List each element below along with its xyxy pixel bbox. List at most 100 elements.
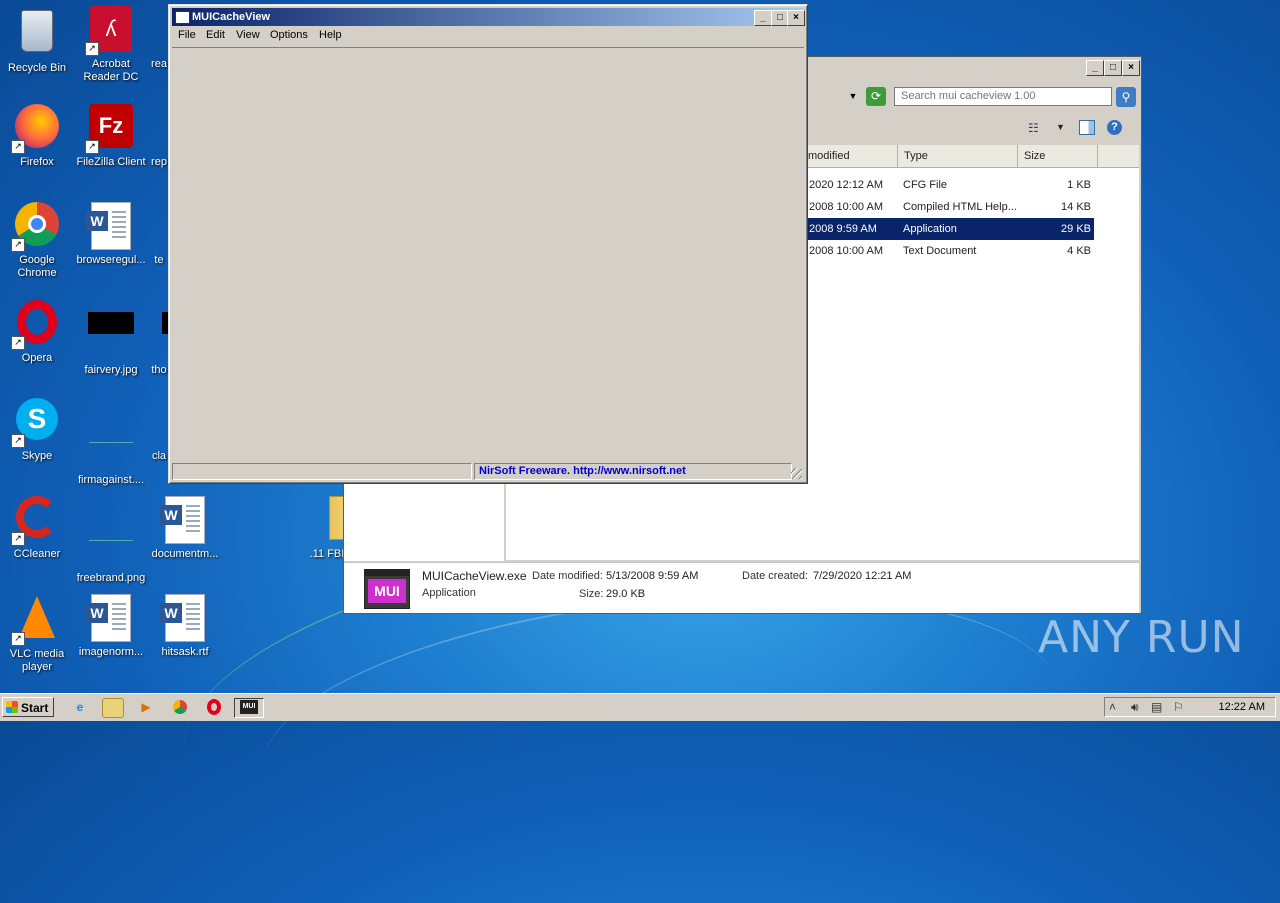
file-row-selected[interactable]: 2008 9:59 AM Application 29 KB [804,218,1094,240]
opera-taskbar-icon[interactable] [204,698,224,716]
file-modified: 2008 10:00 AM [809,245,884,257]
chrome-taskbar-icon[interactable] [170,698,190,716]
search-icon[interactable]: ⚲ [1116,87,1136,107]
desktop-icon-acrobat[interactable]: ʎ ↗ Acrobat Reader DC [74,6,148,84]
acrobat-icon: ʎ ↗ [85,6,135,56]
details-date-created: 7/29/2020 12:21 AM [813,570,912,582]
maximize-button[interactable]: □ [1104,60,1122,76]
file-size: 1 KB [1067,179,1091,191]
word-document-icon: W [160,594,209,642]
network-icon[interactable]: ▤ [1151,700,1162,714]
desktop-icon-freebrand[interactable]: freebrand.png [74,496,148,585]
file-icon [87,422,135,470]
details-size: 29.0 KB [606,588,646,600]
desktop-icon-firmagainst[interactable]: firmagainst.... [74,398,148,487]
start-button[interactable]: Start [2,697,54,717]
details-size-label: Size: [579,588,604,600]
details-date-modified-label: Date modified: [532,570,603,582]
desktop-icon-hitsask[interactable]: W hitsask.rtf [148,594,222,659]
recycle-bin-icon [13,10,61,58]
desktop-icon-imagenorm[interactable]: W imagenorm... [74,594,148,659]
image-file-icon [87,312,135,360]
minimize-button[interactable]: _ [754,10,772,26]
menu-bar: File Edit View Options Help [172,27,804,45]
desktop-icon-opera[interactable]: ↗ Opera [0,300,74,365]
app-icon [175,11,190,24]
volume-icon[interactable]: 🔊︎ [1131,700,1139,714]
address-dropdown-icon[interactable]: ▼ [846,87,860,106]
navigation-pane[interactable] [344,477,506,561]
filezilla-icon: Fz ↗ [85,104,135,154]
media-player-icon[interactable]: ▶ [136,698,156,716]
desktop-icon-chrome[interactable]: ↗ Google Chrome [0,202,74,280]
status-link[interactable]: NirSoft Freeware. http://www.nirsoft.net [474,463,792,480]
skype-icon: S ↗ [11,398,61,448]
explorer-taskbar-icon[interactable] [102,698,124,718]
file-modified: 2008 9:59 AM [809,223,877,235]
windows-flag-icon [6,701,18,713]
system-tray: ˄ 🔊︎ ▤ ⚐ 12:22 AM [1104,697,1276,717]
list-area[interactable] [172,47,804,461]
file-modified: 2008 10:00 AM [809,201,884,213]
menu-file[interactable]: File [178,29,196,41]
column-header-modified[interactable]: modified [802,145,898,167]
ccleaner-icon: ↗ [11,496,61,546]
close-button[interactable]: × [1122,60,1140,76]
internet-explorer-icon[interactable]: e [70,698,90,716]
status-panel-left [172,463,472,480]
desktop-icon-label: browseregul... [76,254,146,266]
desktop-icon-skype[interactable]: S ↗ Skype [0,398,74,463]
show-hidden-icons-icon[interactable]: ˄ [1109,700,1116,714]
minimize-button[interactable]: _ [1086,60,1104,76]
resize-grip-icon[interactable] [791,468,802,479]
file-row[interactable]: 2020 12:12 AM CFG File 1 KB [804,174,1094,196]
file-modified: 2020 12:12 AM [809,179,884,191]
file-type: Application [903,223,957,235]
view-options-icon[interactable]: ☷ [1028,121,1039,135]
desktop-icon-label: Acrobat Reader DC [83,58,139,83]
desktop-icon-firefox[interactable]: ↗ Firefox [0,104,74,169]
desktop-icon-fairvery[interactable]: fairvery.jpg [74,300,148,377]
search-input[interactable] [894,87,1112,106]
desktop-icon-label: documentm... [151,548,219,560]
menu-view[interactable]: View [236,29,260,41]
muicacheview-titlebar[interactable]: MUICacheView _ □ × [172,8,805,26]
menu-options[interactable]: Options [270,29,308,41]
desktop-icon-documentm[interactable]: W documentm... [148,496,222,561]
column-header-size[interactable]: Size [1018,145,1098,167]
help-icon[interactable]: ? [1107,120,1122,135]
clock[interactable]: 12:22 AM [1219,698,1265,716]
file-row[interactable]: 2008 10:00 AM Text Document 4 KB [804,240,1094,262]
desktop-icon-ccleaner[interactable]: ↗ CCleaner [0,496,74,561]
action-center-flag-icon[interactable]: ⚐ [1173,700,1184,714]
file-type: CFG File [903,179,947,191]
desktop-icon-label: FileZilla Client [76,156,146,168]
close-button[interactable]: × [787,10,805,26]
start-label: Start [21,701,49,715]
details-date-created-label: Date created: [742,570,809,582]
file-type: Compiled HTML Help... [903,201,1017,213]
desktop-icon-label: Skype [21,450,53,462]
desktop-icon-vlc[interactable]: ↗ VLC media player [0,594,74,674]
desktop-icon-recycle-bin[interactable]: Recycle Bin [0,6,74,75]
file-row[interactable]: 2008 10:00 AM Compiled HTML Help... 14 K… [804,196,1094,218]
refresh-icon[interactable]: ⟳ [866,87,886,106]
preview-pane-icon[interactable] [1079,120,1095,135]
menu-edit[interactable]: Edit [206,29,225,41]
menu-help[interactable]: Help [319,29,342,41]
view-dropdown-icon[interactable]: ▼ [1056,122,1065,132]
desktop-icon-browseregul[interactable]: W browseregul... [74,202,148,267]
chrome-icon: ↗ [11,202,61,252]
desktop-icon-filezilla[interactable]: Fz ↗ FileZilla Client [74,104,148,169]
muicacheview-taskbar-button[interactable]: MUI [234,698,264,718]
column-header-type[interactable]: Type [898,145,1018,167]
file-size: 4 KB [1067,245,1091,257]
application-icon: MUI [364,569,410,609]
details-date-modified: 5/13/2008 9:59 AM [606,570,699,582]
desktop-icon-label: imagenorm... [78,646,144,658]
taskbar: Start e ▶ MUI ˄ 🔊︎ ▤ ⚐ 12:22 AM [0,693,1280,721]
opera-icon: ↗ [11,300,61,350]
details-kind: Application [422,587,476,599]
desktop-icon-label: Firefox [20,156,54,168]
file-size: 29 KB [1061,223,1091,235]
